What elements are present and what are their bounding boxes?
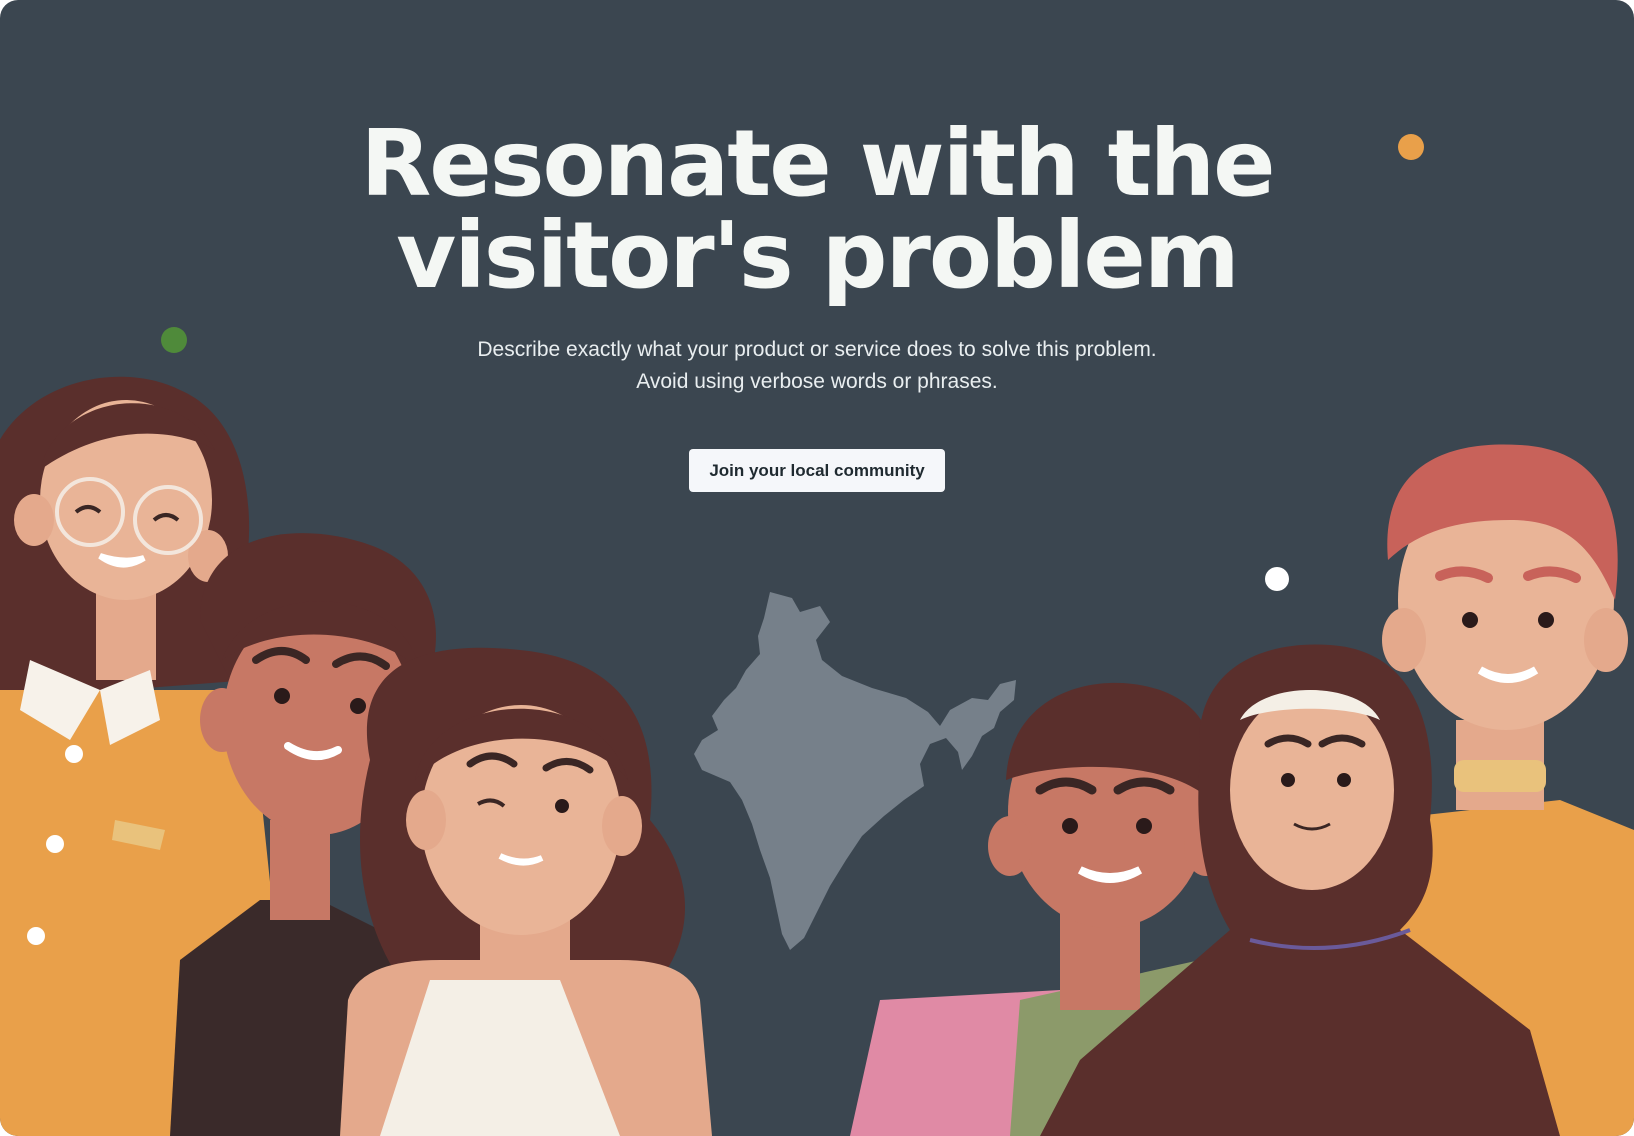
hero-title-line-1: Resonate with the (360, 110, 1275, 217)
hero-title-line-2: visitor's problem (396, 202, 1239, 309)
person-winking-woman (340, 647, 712, 1136)
hero-subtitle-line-1: Describe exactly what your product or se… (477, 338, 1157, 361)
hero-section: Resonate with the visitor's problem Desc… (0, 0, 1634, 1136)
hero-subtitle-line-2: Avoid using verbose words or phrases. (636, 370, 998, 393)
join-community-button[interactable]: Join your local community (689, 449, 945, 492)
hero-subtitle: Describe exactly what your product or se… (0, 334, 1634, 398)
india-map-icon (694, 592, 1016, 950)
hero-title: Resonate with the visitor's problem (0, 118, 1634, 302)
white-dot (1265, 567, 1289, 591)
